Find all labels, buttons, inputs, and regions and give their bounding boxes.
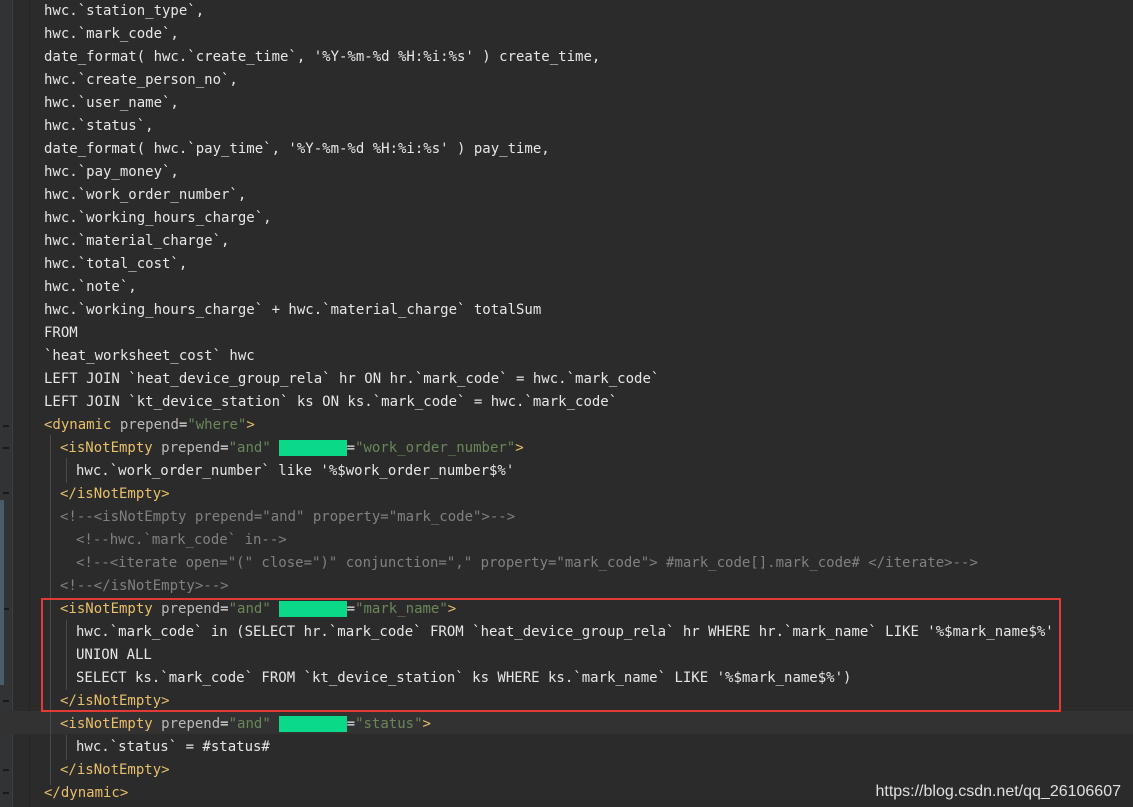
code-line[interactable]: hwc.`total_cost`, xyxy=(44,253,187,276)
code-line[interactable]: hwc.`work_order_number` like '%$work_ord… xyxy=(76,460,514,483)
code-line[interactable]: hwc.`status`, xyxy=(44,115,154,138)
editor-gutter xyxy=(0,0,12,807)
code-editor[interactable]: hwc.`station_type`, hwc.`mark_code`, date_… xyxy=(0,0,1133,807)
code-line[interactable]: LEFT JOIN `kt_device_station` ks ON ks.`… xyxy=(44,391,617,414)
code-line[interactable]: hwc.`working_hours_charge`, xyxy=(44,207,272,230)
code-line[interactable]: <isNotEmpty prepend="and" property="stat… xyxy=(60,713,431,736)
code-line[interactable]: FROM xyxy=(44,322,78,345)
code-line[interactable]: hwc.`station_type`, xyxy=(44,0,204,23)
code-line[interactable]: <isNotEmpty prepend="and" property="work… xyxy=(60,437,524,460)
code-line[interactable]: <!--</isNotEmpty>--> xyxy=(60,575,229,598)
code-line[interactable]: hwc.`material_charge`, xyxy=(44,230,229,253)
code-line[interactable]: LEFT JOIN `heat_device_group_rela` hr ON… xyxy=(44,368,659,391)
code-line[interactable]: <!--<iterate open="(" close=")" conjunct… xyxy=(76,552,978,575)
code-line[interactable]: hwc.`user_name`, xyxy=(44,92,179,115)
code-line[interactable]: hwc.`working_hours_charge` + hwc.`materi… xyxy=(44,299,541,322)
code-line[interactable]: </isNotEmpty> xyxy=(60,759,170,782)
code-line[interactable]: <!--<isNotEmpty prepend="and" property="… xyxy=(60,506,515,529)
code-line[interactable]: hwc.`pay_money`, xyxy=(44,161,179,184)
code-line[interactable]: date_format( hwc.`pay_time`, '%Y-%m-%d %… xyxy=(44,138,550,161)
change-marker xyxy=(0,500,4,685)
code-line[interactable]: hwc.`work_order_number`, xyxy=(44,184,246,207)
code-line[interactable]: <!--hwc.`mark_code` in--> xyxy=(76,529,287,552)
code-line[interactable]: <dynamic prepend="where"> xyxy=(44,414,255,437)
code-line[interactable]: hwc.`mark_code`, xyxy=(44,23,179,46)
highlight-box xyxy=(41,598,1061,712)
code-line[interactable]: date_format( hwc.`create_time`, '%Y-%m-%… xyxy=(44,46,600,69)
code-line[interactable]: `heat_worksheet_cost` hwc xyxy=(44,345,255,368)
watermark: https://blog.csdn.net/qq_26106607 xyxy=(875,783,1121,800)
code-line[interactable]: hwc.`note`, xyxy=(44,276,137,299)
code-line[interactable]: </dynamic> xyxy=(44,782,128,805)
code-line[interactable]: hwc.`create_person_no`, xyxy=(44,69,238,92)
code-line[interactable]: </isNotEmpty> xyxy=(60,483,170,506)
code-line[interactable]: hwc.`status` = #status# xyxy=(76,736,270,759)
